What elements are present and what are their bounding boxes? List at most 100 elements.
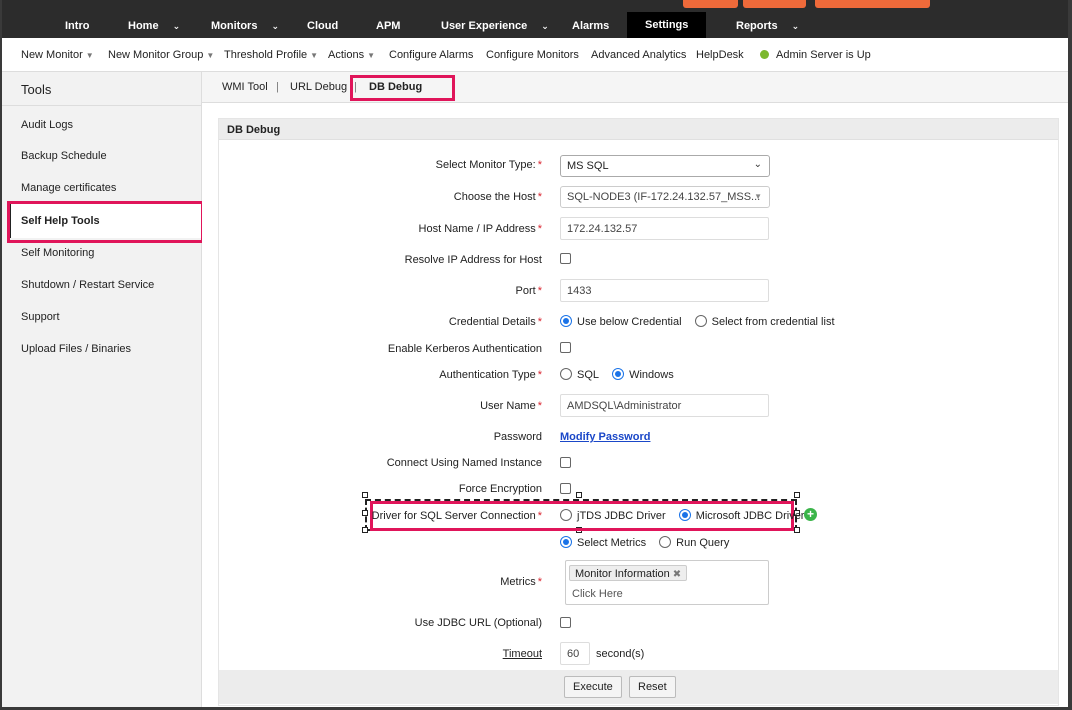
kerberos-checkbox[interactable] [560, 342, 571, 354]
auth-type-label: Authentication Type * [439, 369, 542, 381]
driver-option-jtds[interactable]: jTDS JDBC Driver [560, 509, 666, 522]
port-label: Port * [515, 285, 542, 297]
mode-option-run-query[interactable]: Run Query [659, 536, 729, 549]
sidebar-item-backup-schedule[interactable]: Backup Schedule [21, 150, 107, 162]
metrics-placeholder[interactable]: Click Here [572, 588, 623, 600]
username-input[interactable]: AMDSQL\Administrator [560, 394, 769, 417]
nav-reports[interactable]: Reports ⌄ [736, 14, 799, 38]
caret-down-icon: ▼ [367, 51, 375, 60]
status-dot-icon [760, 50, 769, 59]
tab-wmi-tool[interactable]: WMI Tool [222, 81, 268, 93]
radio-icon [560, 509, 572, 521]
tool-tabs: WMI Tool | URL Debug | DB Debug [202, 72, 1068, 103]
chevron-down-icon: ⌄ [271, 21, 279, 31]
db-debug-panel: DB Debug Select Monitor Type: * MS SQL ⌄ C… [218, 118, 1059, 706]
sidebar-item-self-monitoring[interactable]: Self Monitoring [21, 247, 94, 259]
subnav-threshold-profile[interactable]: Threshold Profile ▼ [224, 49, 318, 61]
execute-button[interactable]: Execute [564, 676, 622, 698]
subnav-new-monitor-group[interactable]: New Monitor Group ▼ [108, 49, 214, 61]
named-instance-checkbox[interactable] [560, 457, 571, 469]
sidebar-item-manage-certificates[interactable]: Manage certificates [21, 182, 116, 194]
plus-circle-icon[interactable]: + [804, 508, 817, 521]
nav-alarms[interactable]: Alarms [572, 14, 609, 38]
nav-apm[interactable]: APM [376, 14, 400, 38]
sidebar-title: Tools [21, 82, 52, 97]
highlight-annotation [350, 75, 455, 101]
sidebar-item-support[interactable]: Support [21, 311, 60, 323]
kerberos-label: Enable Kerberos Authentication [387, 343, 542, 355]
radio-icon [560, 368, 572, 380]
nav-settings[interactable]: Settings [627, 12, 707, 38]
subnav-new-monitor[interactable]: New Monitor ▼ [21, 49, 94, 61]
credential-options: Use below Credential Select from credent… [560, 315, 845, 328]
caret-down-icon: ▼ [85, 51, 94, 60]
jdbc-url-label: Use JDBC URL (Optional) [414, 617, 542, 629]
modify-password-link[interactable]: Modify Password [560, 431, 650, 443]
nav-monitors[interactable]: Monitors ⌄ [211, 14, 279, 38]
subnav-configure-monitors[interactable]: Configure Monitors [486, 49, 579, 61]
orange-button-3[interactable] [815, 0, 930, 8]
server-status: Admin Server is Up [760, 49, 871, 61]
reset-button[interactable]: Reset [629, 676, 676, 698]
radio-selected-icon [678, 509, 691, 521]
resolve-ip-checkbox[interactable] [560, 253, 571, 265]
subnav-advanced-analytics[interactable]: Advanced Analytics [591, 49, 686, 61]
tab-separator: | [276, 81, 279, 93]
chevron-down-icon: ⌄ [791, 21, 800, 31]
resize-handle[interactable] [794, 492, 800, 498]
monitor-type-select[interactable]: MS SQL ⌄ [560, 155, 770, 177]
password-label: Password [493, 431, 542, 443]
timeout-input[interactable]: 60 [560, 642, 590, 665]
auth-option-windows[interactable]: Windows [612, 368, 674, 381]
radio-selected-icon [612, 368, 625, 380]
close-icon[interactable]: ✖ [673, 569, 681, 580]
resize-handle[interactable] [794, 527, 800, 533]
main-content: WMI Tool | URL Debug | DB Debug DB Debug… [202, 72, 1068, 707]
host-label: Choose the Host * [453, 191, 542, 203]
sidebar-item-shutdown-restart[interactable]: Shutdown / Restart Service [21, 279, 154, 291]
subnav-helpdesk[interactable]: HelpDesk [696, 49, 744, 61]
credential-option-below[interactable]: Use below Credential [560, 315, 682, 328]
resize-handle[interactable] [576, 492, 582, 498]
tab-url-debug[interactable]: URL Debug [290, 81, 347, 93]
auth-type-options: SQL Windows [560, 368, 684, 381]
caret-down-icon: ▼ [206, 51, 215, 60]
named-instance-label: Connect Using Named Instance [386, 457, 542, 469]
timeout-label: Timeout [502, 648, 542, 660]
force-encryption-checkbox[interactable] [560, 483, 571, 495]
host-ip-input[interactable]: 172.24.132.57 [560, 217, 769, 240]
orange-button-2[interactable] [743, 0, 806, 8]
caret-down-icon: ▼ [754, 192, 762, 201]
subnav-actions[interactable]: Actions ▼ [328, 49, 375, 61]
driver-options: jTDS JDBC Driver Microsoft JDBC Driver [560, 509, 814, 522]
host-select[interactable]: SQL-NODE3 (IF-172.24.132.57_MSS... ▼ [560, 186, 770, 208]
auth-option-sql[interactable]: SQL [560, 368, 599, 381]
chevron-down-icon: ⌄ [753, 159, 762, 170]
sidebar: Tools Audit Logs Backup Schedule Manage … [2, 72, 204, 707]
divider [2, 105, 202, 106]
driver-label: Driver for SQL Server Connection * [371, 510, 542, 522]
driver-option-microsoft[interactable]: Microsoft JDBC Driver [678, 509, 804, 522]
credential-option-list[interactable]: Select from credential list [694, 315, 835, 328]
jdbc-url-checkbox[interactable] [560, 617, 571, 629]
app-window: Intro Home ⌄ Monitors ⌄ Cloud APM User Exp… [2, 0, 1068, 707]
credential-label: Credential Details * [448, 316, 542, 328]
subnav-configure-alarms[interactable]: Configure Alarms [389, 49, 473, 61]
resize-handle[interactable] [362, 527, 368, 533]
resize-handle[interactable] [362, 492, 368, 498]
radio-icon [659, 536, 672, 548]
query-mode-options: Select Metrics Run Query [560, 536, 739, 549]
sidebar-item-upload-files[interactable]: Upload Files / Binaries [21, 343, 131, 355]
mode-option-select-metrics[interactable]: Select Metrics [560, 536, 646, 549]
port-input[interactable]: 1433 [560, 279, 769, 302]
orange-button-1[interactable] [683, 0, 738, 8]
sidebar-item-audit-logs[interactable]: Audit Logs [21, 119, 73, 131]
resize-handle[interactable] [362, 510, 368, 516]
nav-intro[interactable]: Intro [65, 14, 89, 38]
nav-cloud[interactable]: Cloud [307, 14, 338, 38]
metrics-multiselect[interactable]: Monitor Information ✖ Click Here [565, 560, 769, 605]
timeout-unit: second(s) [596, 648, 645, 660]
nav-user-experience[interactable]: User Experience ⌄ [441, 14, 549, 38]
nav-home[interactable]: Home ⌄ [128, 14, 180, 38]
host-ip-label: Host Name / IP Address * [418, 223, 542, 235]
